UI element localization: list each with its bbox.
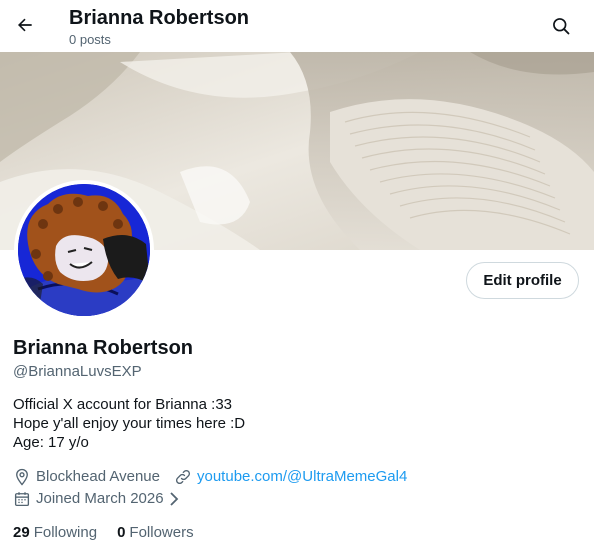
location-text: Blockhead Avenue	[36, 468, 160, 485]
bio-line: Hope y'all enjoy your times here :D	[13, 415, 246, 432]
profile-name: Brianna Robertson	[13, 337, 194, 359]
calendar-icon	[14, 491, 30, 506]
bio-line: Age: 17 y/o	[13, 434, 89, 451]
link-icon	[175, 469, 191, 484]
arrow-left-icon	[18, 18, 32, 32]
profile-meta-row: Blockhead Avenue youtube.com/@UltraMemeG…	[13, 467, 407, 486]
page-title: Brianna Robertson	[69, 7, 250, 29]
edit-profile-button[interactable]: Edit profile	[466, 262, 579, 299]
bio-line: Official X account for Brianna :33	[13, 396, 233, 413]
chevron-right-icon	[169, 491, 178, 506]
search-button[interactable]	[544, 9, 578, 43]
profile-bio: Official X account for Brianna :33 Hope …	[13, 395, 245, 452]
followers-link[interactable]: 0 Followers	[117, 523, 194, 542]
follow-stats: 29 Following 0 Followers	[13, 523, 214, 542]
post-count: 0 posts	[69, 32, 111, 47]
top-bar: Brianna Robertson 0 posts	[0, 0, 594, 52]
avatar-image	[18, 184, 150, 316]
profile-handle: @BriannaLuvsEXP	[13, 363, 142, 380]
following-count: 29	[13, 524, 30, 541]
joined-text: Joined March 2026	[36, 490, 164, 507]
back-button[interactable]	[8, 8, 42, 42]
following-link[interactable]: 29 Following	[13, 523, 97, 542]
website-item: youtube.com/@UltraMemeGal4	[174, 467, 407, 486]
website-link[interactable]: youtube.com/@UltraMemeGal4	[197, 467, 407, 486]
search-icon	[553, 18, 570, 35]
location-pin-icon	[16, 468, 28, 486]
profile-meta-row: Joined March 2026	[13, 489, 181, 508]
following-label: Following	[33, 524, 98, 541]
followers-label: Followers	[129, 524, 194, 541]
avatar[interactable]	[14, 180, 154, 320]
followers-count: 0	[117, 524, 126, 541]
joined-item[interactable]: Joined March 2026	[13, 489, 181, 508]
location-item: Blockhead Avenue	[13, 467, 160, 486]
